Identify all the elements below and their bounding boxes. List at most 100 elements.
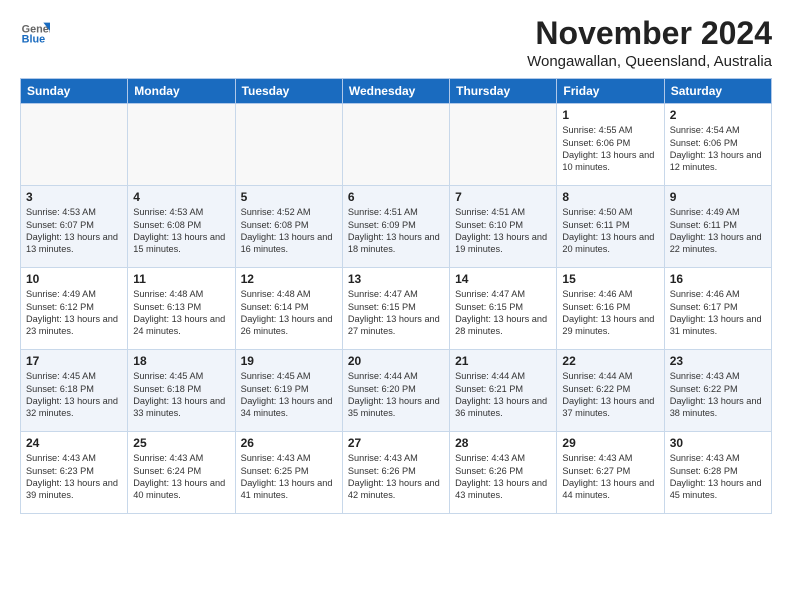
cell-info: Sunrise: 4:48 AM Sunset: 6:14 PM Dayligh… <box>241 288 337 338</box>
weekday-header: Thursday <box>450 79 557 104</box>
day-number: 12 <box>241 272 337 286</box>
cell-info: Sunrise: 4:51 AM Sunset: 6:09 PM Dayligh… <box>348 206 444 256</box>
cell-info: Sunrise: 4:46 AM Sunset: 6:16 PM Dayligh… <box>562 288 658 338</box>
calendar-cell: 16 Sunrise: 4:46 AM Sunset: 6:17 PM Dayli… <box>664 268 771 350</box>
day-number: 5 <box>241 190 337 204</box>
day-number: 7 <box>455 190 551 204</box>
day-number: 21 <box>455 354 551 368</box>
cell-info: Sunrise: 4:43 AM Sunset: 6:25 PM Dayligh… <box>241 452 337 502</box>
logo-icon: General Blue <box>20 16 50 46</box>
location-title: Wongawallan, Queensland, Australia <box>527 53 772 70</box>
cell-info: Sunrise: 4:43 AM Sunset: 6:27 PM Dayligh… <box>562 452 658 502</box>
calendar-cell <box>128 104 235 186</box>
cell-info: Sunrise: 4:44 AM Sunset: 6:21 PM Dayligh… <box>455 370 551 420</box>
cell-info: Sunrise: 4:45 AM Sunset: 6:18 PM Dayligh… <box>133 370 229 420</box>
calendar-row: 1 Sunrise: 4:55 AM Sunset: 6:06 PM Daylig… <box>21 104 772 186</box>
calendar-cell: 2 Sunrise: 4:54 AM Sunset: 6:06 PM Daylig… <box>664 104 771 186</box>
calendar-cell <box>235 104 342 186</box>
title-area: November 2024 Wongawallan, Queensland, A… <box>527 16 772 70</box>
day-number: 29 <box>562 436 658 450</box>
calendar-cell: 30Sunrise: 4:43 AM Sunset: 6:28 PM Dayli… <box>664 432 771 514</box>
calendar-cell <box>342 104 449 186</box>
day-number: 9 <box>670 190 766 204</box>
cell-info: Sunrise: 4:44 AM Sunset: 6:20 PM Dayligh… <box>348 370 444 420</box>
calendar-cell: 11Sunrise: 4:48 AM Sunset: 6:13 PM Dayli… <box>128 268 235 350</box>
calendar-cell: 20 Sunrise: 4:44 AM Sunset: 6:20 PM Dayli… <box>342 350 449 432</box>
weekday-header: Sunday <box>21 79 128 104</box>
page: General Blue November 2024 Wongawallan, … <box>0 0 792 612</box>
calendar-cell: 23 Sunrise: 4:43 AM Sunset: 6:22 PM Dayli… <box>664 350 771 432</box>
calendar-cell: 24 Sunrise: 4:43 AM Sunset: 6:23 PM Dayli… <box>21 432 128 514</box>
svg-text:Blue: Blue <box>22 34 45 46</box>
header-row: SundayMondayTuesdayWednesdayThursdayFrid… <box>21 79 772 104</box>
day-number: 1 <box>562 108 658 122</box>
calendar-cell: 29 Sunrise: 4:43 AM Sunset: 6:27 PM Dayli… <box>557 432 664 514</box>
day-number: 8 <box>562 190 658 204</box>
day-number: 23 <box>670 354 766 368</box>
calendar-cell <box>21 104 128 186</box>
day-number: 27 <box>348 436 444 450</box>
day-number: 18 <box>133 354 229 368</box>
weekday-header: Saturday <box>664 79 771 104</box>
logo: General Blue <box>20 16 50 46</box>
cell-info: Sunrise: 4:49 AM Sunset: 6:11 PM Dayligh… <box>670 206 766 256</box>
calendar-row: 17 Sunrise: 4:45 AM Sunset: 6:18 PM Dayli… <box>21 350 772 432</box>
day-number: 6 <box>348 190 444 204</box>
day-number: 17 <box>26 354 122 368</box>
day-number: 25 <box>133 436 229 450</box>
calendar-cell: 13Sunrise: 4:47 AM Sunset: 6:15 PM Dayli… <box>342 268 449 350</box>
day-number: 20 <box>348 354 444 368</box>
calendar-cell <box>450 104 557 186</box>
cell-info: Sunrise: 4:52 AM Sunset: 6:08 PM Dayligh… <box>241 206 337 256</box>
month-title: November 2024 <box>527 16 772 51</box>
day-number: 11 <box>133 272 229 286</box>
day-number: 30 <box>670 436 766 450</box>
weekday-header: Friday <box>557 79 664 104</box>
calendar-cell: 10 Sunrise: 4:49 AM Sunset: 6:12 PM Dayli… <box>21 268 128 350</box>
calendar-cell: 12 Sunrise: 4:48 AM Sunset: 6:14 PM Dayli… <box>235 268 342 350</box>
weekday-header: Wednesday <box>342 79 449 104</box>
cell-info: Sunrise: 4:43 AM Sunset: 6:23 PM Dayligh… <box>26 452 122 502</box>
cell-info: Sunrise: 4:47 AM Sunset: 6:15 PM Dayligh… <box>455 288 551 338</box>
calendar-cell: 25 Sunrise: 4:43 AM Sunset: 6:24 PM Dayli… <box>128 432 235 514</box>
calendar-row: 10 Sunrise: 4:49 AM Sunset: 6:12 PM Dayli… <box>21 268 772 350</box>
cell-info: Sunrise: 4:55 AM Sunset: 6:06 PM Dayligh… <box>562 124 658 174</box>
day-number: 24 <box>26 436 122 450</box>
day-number: 3 <box>26 190 122 204</box>
calendar-row: 3 Sunrise: 4:53 AM Sunset: 6:07 PM Daylig… <box>21 186 772 268</box>
calendar-table: SundayMondayTuesdayWednesdayThursdayFrid… <box>20 78 772 514</box>
cell-info: Sunrise: 4:43 AM Sunset: 6:22 PM Dayligh… <box>670 370 766 420</box>
cell-info: Sunrise: 4:50 AM Sunset: 6:11 PM Dayligh… <box>562 206 658 256</box>
header: General Blue November 2024 Wongawallan, … <box>20 16 772 70</box>
cell-info: Sunrise: 4:51 AM Sunset: 6:10 PM Dayligh… <box>455 206 551 256</box>
cell-info: Sunrise: 4:53 AM Sunset: 6:08 PM Dayligh… <box>133 206 229 256</box>
calendar-cell: 1 Sunrise: 4:55 AM Sunset: 6:06 PM Daylig… <box>557 104 664 186</box>
calendar-cell: 8 Sunrise: 4:50 AM Sunset: 6:11 PM Daylig… <box>557 186 664 268</box>
weekday-header: Tuesday <box>235 79 342 104</box>
cell-info: Sunrise: 4:47 AM Sunset: 6:15 PM Dayligh… <box>348 288 444 338</box>
calendar-cell: 7 Sunrise: 4:51 AM Sunset: 6:10 PM Daylig… <box>450 186 557 268</box>
calendar-cell: 5 Sunrise: 4:52 AM Sunset: 6:08 PM Daylig… <box>235 186 342 268</box>
cell-info: Sunrise: 4:43 AM Sunset: 6:24 PM Dayligh… <box>133 452 229 502</box>
cell-info: Sunrise: 4:49 AM Sunset: 6:12 PM Dayligh… <box>26 288 122 338</box>
cell-info: Sunrise: 4:54 AM Sunset: 6:06 PM Dayligh… <box>670 124 766 174</box>
calendar-cell: 3 Sunrise: 4:53 AM Sunset: 6:07 PM Daylig… <box>21 186 128 268</box>
cell-info: Sunrise: 4:46 AM Sunset: 6:17 PM Dayligh… <box>670 288 766 338</box>
calendar-cell: 26 Sunrise: 4:43 AM Sunset: 6:25 PM Dayli… <box>235 432 342 514</box>
calendar-cell: 6 Sunrise: 4:51 AM Sunset: 6:09 PM Daylig… <box>342 186 449 268</box>
day-number: 26 <box>241 436 337 450</box>
cell-info: Sunrise: 4:45 AM Sunset: 6:18 PM Dayligh… <box>26 370 122 420</box>
calendar-cell: 4Sunrise: 4:53 AM Sunset: 6:08 PM Daylig… <box>128 186 235 268</box>
calendar-cell: 22Sunrise: 4:44 AM Sunset: 6:22 PM Dayli… <box>557 350 664 432</box>
day-number: 16 <box>670 272 766 286</box>
day-number: 14 <box>455 272 551 286</box>
day-number: 19 <box>241 354 337 368</box>
calendar-cell: 28Sunrise: 4:43 AM Sunset: 6:26 PM Dayli… <box>450 432 557 514</box>
weekday-header: Monday <box>128 79 235 104</box>
calendar-cell: 21 Sunrise: 4:44 AM Sunset: 6:21 PM Dayli… <box>450 350 557 432</box>
cell-info: Sunrise: 4:53 AM Sunset: 6:07 PM Dayligh… <box>26 206 122 256</box>
calendar-cell: 27Sunrise: 4:43 AM Sunset: 6:26 PM Dayli… <box>342 432 449 514</box>
day-number: 10 <box>26 272 122 286</box>
day-number: 2 <box>670 108 766 122</box>
cell-info: Sunrise: 4:44 AM Sunset: 6:22 PM Dayligh… <box>562 370 658 420</box>
